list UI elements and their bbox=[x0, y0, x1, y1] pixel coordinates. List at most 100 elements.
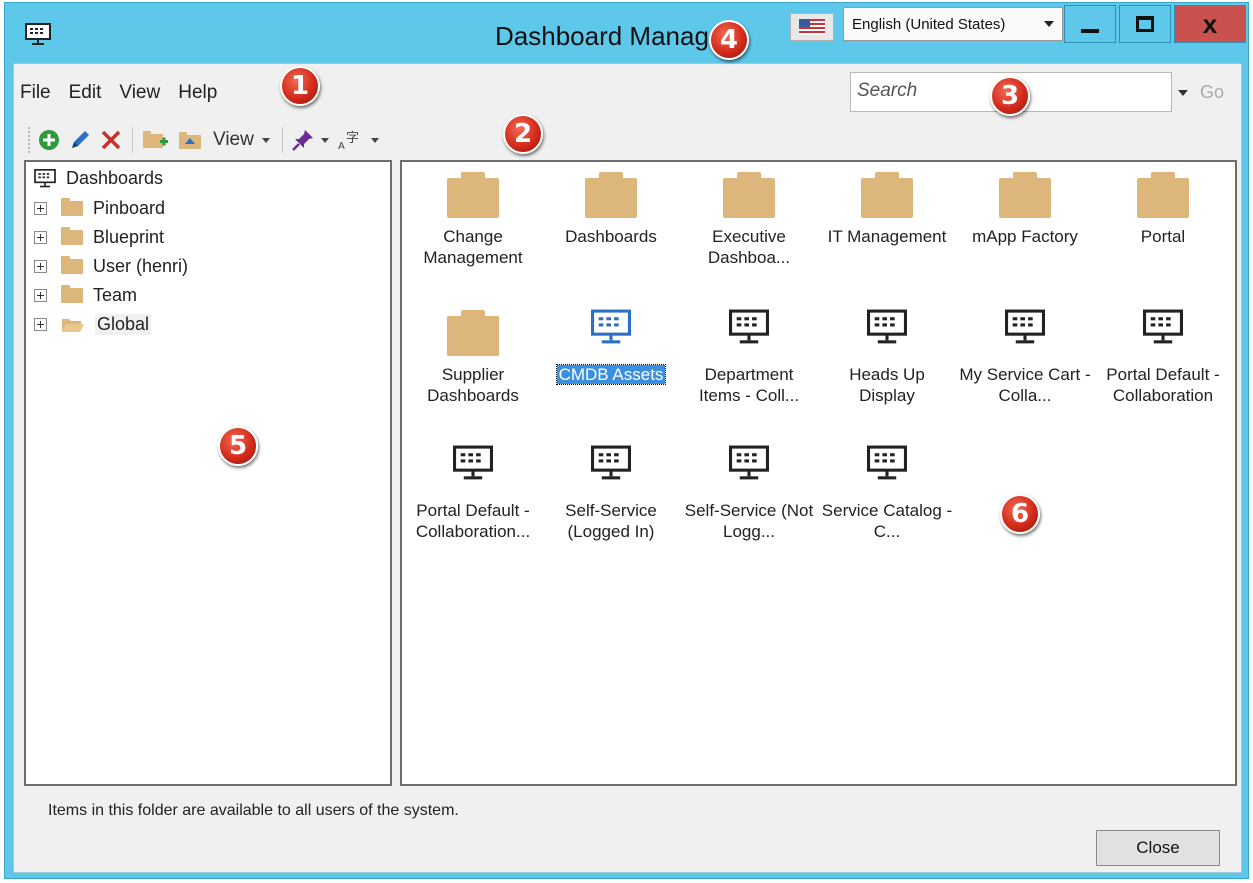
minimize-button[interactable] bbox=[1064, 5, 1116, 43]
dashboard-item[interactable]: Self-Service (Logged In) bbox=[544, 444, 678, 542]
folder-icon bbox=[447, 310, 499, 356]
dashboard-icon bbox=[544, 308, 678, 356]
language-select[interactable]: English (United States) bbox=[843, 7, 1063, 41]
expand-icon[interactable] bbox=[34, 260, 47, 273]
item-label: Portal Default - Collaboration bbox=[1106, 365, 1220, 405]
folder-item[interactable]: Portal bbox=[1096, 170, 1230, 247]
dashboard-icon bbox=[1096, 308, 1230, 356]
maximize-icon bbox=[1136, 16, 1154, 32]
folder-item[interactable]: Change Management bbox=[406, 170, 540, 268]
title-bar[interactable]: Dashboard Manager English (United States… bbox=[5, 3, 1248, 63]
folder-item[interactable]: Dashboards bbox=[544, 170, 678, 247]
menu-help[interactable]: Help bbox=[178, 82, 217, 108]
window-close-button[interactable]: x bbox=[1174, 5, 1246, 43]
tree-root[interactable]: Dashboards bbox=[34, 168, 163, 189]
dashboard-item[interactable]: Department Items - Coll... bbox=[682, 308, 816, 406]
callout-badge: 3 bbox=[990, 76, 1030, 116]
us-flag-icon[interactable] bbox=[790, 13, 834, 41]
folder-icon bbox=[61, 256, 83, 274]
folder-item[interactable]: mApp Factory bbox=[958, 170, 1092, 247]
menu-file[interactable]: File bbox=[20, 82, 51, 108]
new-folder-button[interactable] bbox=[141, 125, 169, 155]
folder-icon bbox=[61, 285, 83, 303]
open-folder-icon bbox=[62, 318, 84, 332]
translate-button[interactable]: A 字 bbox=[337, 125, 379, 155]
folder-item[interactable]: Executive Dashboa... bbox=[682, 170, 816, 268]
items-grid-pane[interactable]: Change Management Dashboards Executive Das… bbox=[400, 160, 1237, 786]
maximize-button[interactable] bbox=[1119, 5, 1171, 43]
pin-button[interactable] bbox=[291, 125, 329, 155]
dashboard-item[interactable]: Service Catalog - C... bbox=[820, 444, 954, 542]
search-dropdown-icon[interactable] bbox=[1178, 90, 1188, 96]
dashboard-icon bbox=[406, 444, 540, 492]
expand-icon[interactable] bbox=[34, 202, 47, 215]
item-label: Dashboards bbox=[565, 227, 657, 246]
toolbar-separator bbox=[281, 127, 283, 153]
dashboard-icon bbox=[958, 308, 1092, 356]
dashboard-icon bbox=[544, 444, 678, 492]
item-label: Change Management bbox=[423, 227, 523, 267]
dashboard-icon bbox=[682, 444, 816, 492]
view-dropdown-icon[interactable] bbox=[261, 137, 270, 143]
status-text: Items in this folder are available to al… bbox=[48, 802, 459, 819]
expand-icon[interactable] bbox=[34, 289, 47, 302]
svg-text:A: A bbox=[338, 141, 345, 152]
item-label: Heads Up Display bbox=[849, 365, 925, 405]
flag-icon bbox=[799, 19, 825, 35]
pin-dropdown-icon[interactable] bbox=[320, 137, 329, 143]
dashboard-item[interactable]: Self-Service (Not Logg... bbox=[682, 444, 816, 542]
add-button[interactable] bbox=[38, 125, 60, 155]
folder-icon bbox=[1137, 172, 1189, 218]
folder-item[interactable]: IT Management bbox=[820, 170, 954, 247]
move-folder-button[interactable] bbox=[177, 125, 205, 155]
go-button[interactable]: Go bbox=[1200, 82, 1224, 103]
edit-button[interactable] bbox=[68, 125, 92, 155]
tree-item-blueprint[interactable]: Blueprint bbox=[34, 227, 164, 248]
folder-icon bbox=[61, 227, 83, 245]
item-label: Portal bbox=[1140, 227, 1186, 246]
callout-badge: 2 bbox=[503, 114, 543, 154]
dashboard-item[interactable]: My Service Cart - Colla... bbox=[958, 308, 1092, 406]
expand-icon[interactable] bbox=[34, 318, 47, 331]
chevron-down-icon bbox=[1044, 21, 1054, 27]
move-folder-icon bbox=[179, 132, 201, 149]
expand-icon[interactable] bbox=[34, 231, 47, 244]
translate-icon: A 字 bbox=[338, 131, 359, 152]
pin-icon bbox=[291, 130, 313, 151]
tree-item-pinboard[interactable]: Pinboard bbox=[34, 198, 165, 219]
dashboard-item[interactable]: CMDB Assets bbox=[544, 308, 678, 385]
folder-icon bbox=[723, 172, 775, 218]
callout-badge: 1 bbox=[280, 66, 320, 106]
tree-item-label: User (henri) bbox=[93, 256, 189, 276]
item-label: Service Catalog - C... bbox=[821, 501, 953, 541]
dashboard-item[interactable]: Heads Up Display bbox=[820, 308, 954, 406]
delete-button[interactable] bbox=[100, 125, 122, 155]
toolbar-separator bbox=[132, 127, 133, 153]
folder-icon bbox=[61, 198, 83, 216]
client-area: File Edit View Help Search Go View A 字 D… bbox=[13, 63, 1242, 873]
tree-root-label: Dashboards bbox=[66, 168, 164, 188]
toolbar-grip[interactable] bbox=[28, 127, 32, 153]
item-label: Self-Service (Logged In) bbox=[565, 501, 657, 541]
view-menu-button[interactable]: View bbox=[213, 129, 254, 151]
folder-item[interactable]: Supplier Dashboards bbox=[406, 308, 540, 406]
dashboard-icon bbox=[682, 308, 816, 356]
translate-dropdown-icon[interactable] bbox=[370, 137, 379, 143]
tree-item-label: Pinboard bbox=[93, 198, 166, 218]
dashboard-item[interactable]: Portal Default - Collaboration... bbox=[406, 444, 540, 542]
menu-edit[interactable]: Edit bbox=[69, 82, 102, 108]
svg-text:字: 字 bbox=[346, 131, 359, 146]
tree-item-global[interactable]: Global bbox=[34, 314, 152, 335]
dashboard-item[interactable]: Portal Default - Collaboration bbox=[1096, 308, 1230, 406]
item-label: Executive Dashboa... bbox=[707, 227, 791, 267]
dashboard-icon bbox=[34, 168, 56, 187]
tree-item-user[interactable]: User (henri) bbox=[34, 256, 188, 277]
callout-badge: 4 bbox=[709, 20, 749, 60]
tree-item-team[interactable]: Team bbox=[34, 285, 137, 306]
dashboard-manager-window: Dashboard Manager English (United States… bbox=[4, 2, 1249, 879]
item-label: Portal Default - Collaboration... bbox=[415, 501, 531, 541]
folder-tree-pane[interactable]: Dashboards Pinboard Blueprint User (henr… bbox=[24, 160, 392, 786]
menu-view[interactable]: View bbox=[119, 82, 160, 108]
close-button[interactable]: Close bbox=[1096, 830, 1220, 866]
window-title: Dashboard Manager bbox=[495, 21, 733, 51]
